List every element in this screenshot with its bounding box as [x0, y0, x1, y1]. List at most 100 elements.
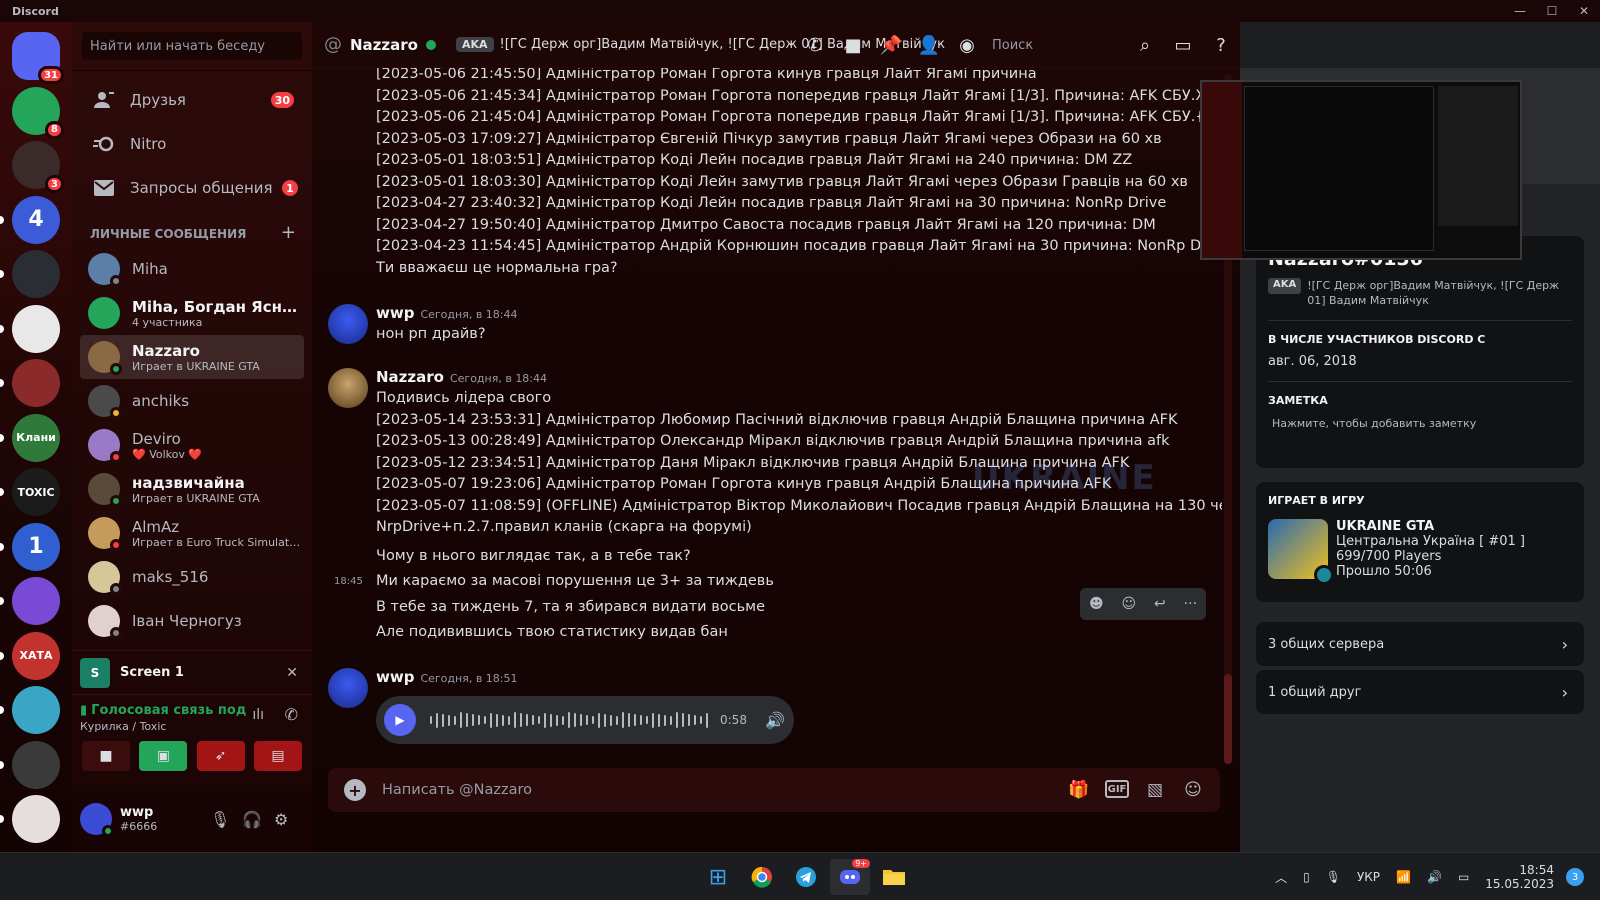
add-reaction-icon[interactable]: ☺ — [1121, 596, 1136, 612]
server-icon[interactable]: 3 — [12, 141, 64, 193]
attach-plus-icon[interactable]: + — [344, 779, 366, 801]
mutual-friends-button[interactable]: 1 общий друг › — [1256, 670, 1584, 714]
dm-item[interactable]: надзвичайна Играет в UKRAINE GTA — [80, 467, 304, 511]
server-icon[interactable] — [12, 740, 60, 789]
reply-icon[interactable]: ↩ — [1154, 596, 1166, 612]
usb-icon[interactable]: ▯ — [1303, 870, 1310, 884]
video-call-icon[interactable]: ■ — [834, 35, 872, 56]
server-icon[interactable] — [12, 795, 60, 843]
add-friend-to-dm-icon[interactable]: 👤 — [910, 35, 948, 56]
chat-scrollbar-thumb[interactable] — [1224, 674, 1232, 764]
server-icon[interactable] — [12, 304, 60, 353]
inbox-icon[interactable]: ▭ — [1164, 35, 1202, 56]
server-icon[interactable] — [12, 359, 60, 407]
user-profile-icon[interactable]: ◉ — [948, 35, 986, 56]
play-button[interactable]: ▶ — [384, 704, 416, 736]
message-avatar[interactable] — [328, 304, 368, 344]
sticker-icon[interactable]: ▧ — [1136, 780, 1174, 800]
header-search-input[interactable]: Поиск — [986, 33, 1126, 57]
find-conversation-button[interactable]: Найти или начать беседу — [82, 32, 302, 60]
message-author-name[interactable]: wwp — [376, 304, 414, 322]
dm-item[interactable]: Miha, Богдан Яснись...4 участника — [80, 291, 304, 335]
voice-status[interactable]: Голосовая связь под — [91, 703, 246, 718]
play-icon: ▶ — [395, 713, 405, 727]
user-panel: wwp #6666 🎙 🎧 ⚙ — [72, 786, 312, 852]
dm-item[interactable]: AlmAz Играет в Euro Truck Simulato... — [80, 511, 304, 555]
message-avatar[interactable] — [328, 668, 368, 708]
message-author-name[interactable]: Nazzaro — [376, 368, 444, 386]
volume-tray-icon[interactable]: 🔊 — [1427, 870, 1442, 884]
battery-icon[interactable]: ▭ — [1458, 870, 1469, 884]
waveform[interactable] — [430, 710, 712, 730]
dm-item[interactable]: maks_516 — [80, 555, 304, 599]
more-options-icon[interactable]: ··· — [1184, 596, 1197, 612]
recipient-name[interactable]: Nazzaro — [350, 36, 418, 54]
disconnect-icon[interactable]: ✆ — [285, 705, 298, 724]
emoji-icon[interactable]: ☺ — [1174, 780, 1212, 800]
minimize-button[interactable]: — — [1504, 0, 1536, 22]
dm-item[interactable]: anchiks — [80, 379, 304, 423]
message-author[interactable]: wwp Сегодня, в 18:44 — [376, 304, 518, 322]
server-icon[interactable] — [12, 250, 60, 298]
gif-icon[interactable]: GIF — [1105, 780, 1129, 798]
volume-icon[interactable]: 🔊 — [765, 711, 785, 730]
screen-share-button[interactable]: ▣ — [139, 741, 188, 771]
message-author[interactable]: Nazzaro Сегодня, в 18:44 — [376, 368, 547, 386]
clock[interactable]: 18:54 15.05.2023 — [1485, 863, 1554, 891]
note-input[interactable]: Нажмите, чтобы добавить заметку — [1268, 417, 1572, 430]
nav-message-requests[interactable]: Запросы общения 1 — [80, 167, 304, 209]
search-icon[interactable]: ⌕ — [1126, 35, 1164, 56]
soundboard-button[interactable]: ▤ — [253, 741, 302, 771]
voice-call-icon[interactable]: ✆ — [796, 35, 834, 56]
add-super-reaction-icon[interactable]: ☻ — [1089, 596, 1104, 612]
dm-item[interactable]: Deviro ❤️ Volkov ❤️ — [80, 423, 304, 467]
message-input[interactable]: Написать @Nazzaro — [382, 782, 532, 798]
server-icon[interactable]: 1 — [12, 522, 60, 571]
server-icon[interactable]: 31 — [12, 32, 64, 84]
notification-badge[interactable]: 3 — [1566, 868, 1584, 886]
headphones-icon[interactable]: 🎧 — [242, 810, 262, 829]
file-explorer-icon[interactable] — [874, 859, 914, 895]
dm-item[interactable]: Іван Черногуз — [80, 599, 304, 643]
microphone-icon[interactable]: 🎙 — [210, 810, 230, 829]
pin-icon[interactable]: 📌 — [872, 35, 910, 56]
server-icon[interactable] — [12, 686, 60, 734]
stream-preview-thumbnail[interactable] — [1200, 80, 1522, 260]
language-indicator[interactable]: УКР — [1357, 870, 1380, 884]
close-button[interactable]: ✕ — [1568, 0, 1600, 22]
server-icon[interactable] — [12, 577, 60, 625]
server-icon[interactable]: Клани — [12, 413, 60, 462]
windows-start-icon[interactable]: ⊞ — [698, 859, 738, 895]
server-icon[interactable]: ХАТА — [12, 631, 60, 680]
voice-channel-name[interactable]: Курилка / Toxic — [80, 720, 166, 733]
tray-expand-icon[interactable]: ︿ — [1275, 869, 1287, 886]
gift-icon[interactable]: 🎁 — [1060, 780, 1098, 800]
close-preview-icon[interactable]: ✕ — [286, 665, 298, 681]
help-icon[interactable]: ? — [1202, 35, 1240, 56]
server-icon[interactable]: TOXIC — [12, 468, 60, 516]
telegram-icon[interactable] — [786, 859, 826, 895]
tray-microphone-icon[interactable]: 🎙 — [1326, 870, 1341, 884]
noise-suppression-icon[interactable]: ılı — [252, 707, 264, 723]
maximize-button[interactable]: ☐ — [1536, 0, 1568, 22]
camera-button[interactable]: ■ — [82, 741, 130, 771]
message-author-name[interactable]: wwp — [376, 668, 414, 686]
screen-share-label: Screen 1 — [120, 665, 184, 680]
activity-button[interactable]: ➶ — [196, 741, 245, 771]
dm-item[interactable]: Miha — [80, 247, 304, 291]
message-avatar[interactable] — [328, 368, 368, 408]
discord-taskbar-icon[interactable]: 9+ — [830, 859, 870, 895]
server-icon[interactable]: 8 — [12, 86, 64, 139]
server-icon[interactable]: 4 — [12, 195, 60, 244]
create-dm-button[interactable]: + — [281, 224, 296, 242]
dm-subtext: Играет в UKRAINE GTA — [132, 359, 260, 373]
message-author[interactable]: wwp Сегодня, в 18:51 — [376, 668, 518, 686]
chrome-icon[interactable] — [742, 859, 782, 895]
user-avatar[interactable] — [80, 803, 114, 837]
settings-gear-icon[interactable]: ⚙ — [274, 810, 288, 829]
nav-friends[interactable]: Друзья 30 — [80, 79, 304, 121]
mutual-servers-button[interactable]: 3 общих сервера › — [1256, 622, 1584, 666]
nav-nitro[interactable]: Nitro — [80, 123, 304, 165]
dm-item[interactable]: Nazzaro Играет в UKRAINE GTA — [80, 335, 304, 379]
wifi-icon[interactable]: 📶 — [1396, 870, 1411, 884]
